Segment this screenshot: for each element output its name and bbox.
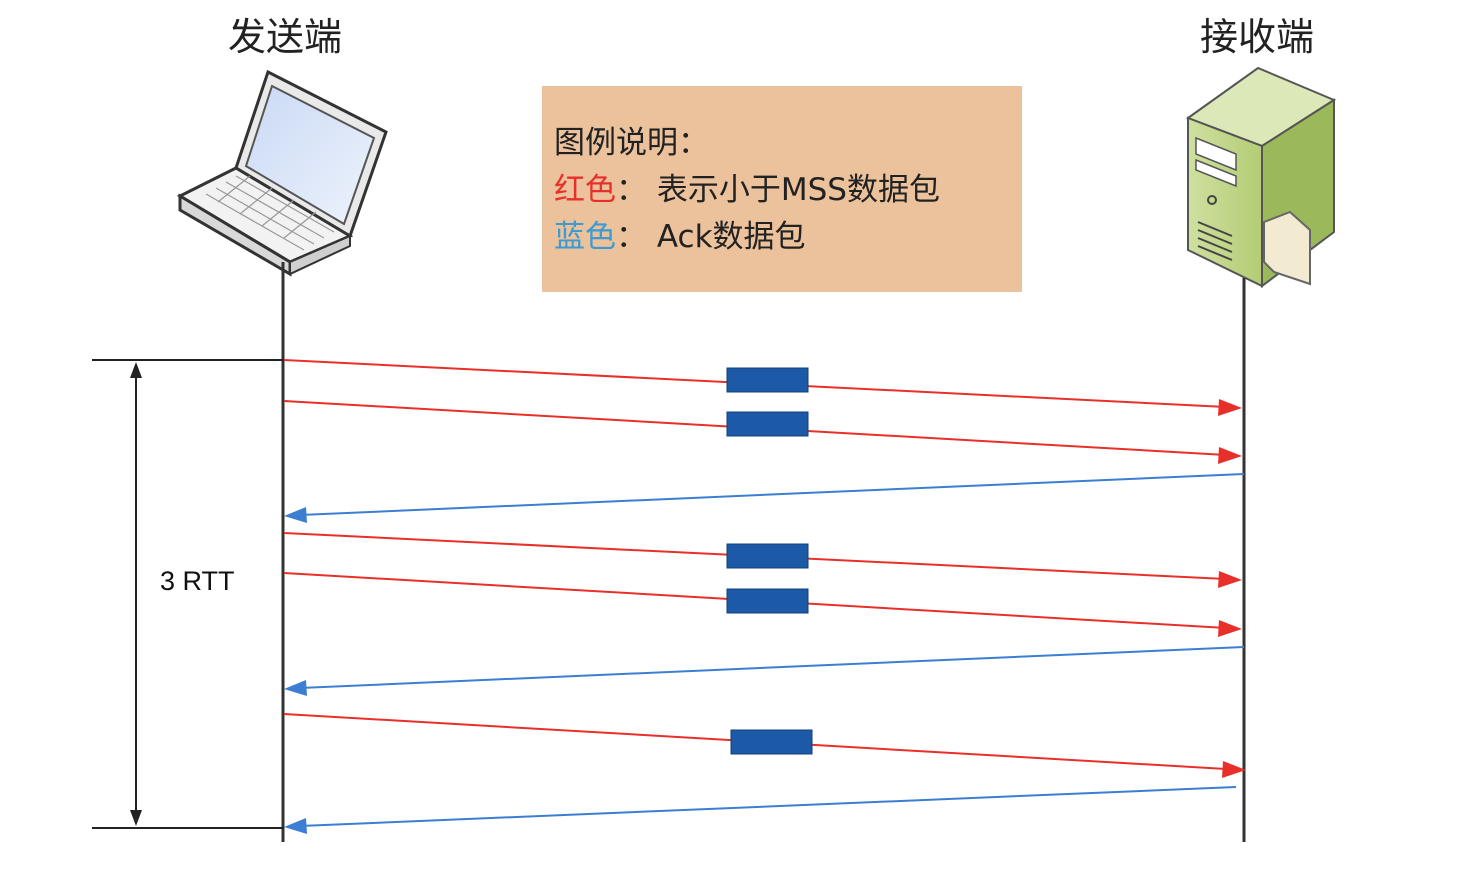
packet-4 — [726, 588, 809, 614]
server-icon — [1185, 66, 1337, 288]
legend-box: 图例说明： 红色： 表示小于MSS数据包 蓝色： Ack数据包 — [542, 86, 1022, 292]
packet-2 — [726, 411, 809, 437]
rtt-label: 3 RTT — [160, 566, 235, 596]
legend-title-text: 图例说明： — [554, 125, 709, 161]
legend-blue-entry: 蓝色： Ack数据包 — [554, 214, 1022, 261]
message-ack-1 — [284, 473, 1245, 523]
legend-red-sep: ： — [616, 172, 647, 208]
laptop-icon — [176, 69, 388, 277]
legend-title: 图例说明： — [554, 120, 1022, 167]
legend-red-key: 红色 — [554, 172, 616, 208]
legend-red-entry: 红色： 表示小于MSS数据包 — [554, 167, 1022, 214]
packet-3 — [726, 543, 809, 569]
message-ack-2 — [284, 646, 1245, 696]
message-ack-3 — [284, 786, 1237, 834]
packet-5 — [730, 729, 813, 755]
packet-1 — [726, 367, 809, 393]
legend-red-desc: 表示小于MSS数据包 — [656, 172, 940, 208]
legend-blue-desc: Ack数据包 — [656, 219, 806, 255]
legend-blue-sep: ： — [616, 219, 647, 255]
legend-blue-key: 蓝色 — [554, 219, 616, 255]
